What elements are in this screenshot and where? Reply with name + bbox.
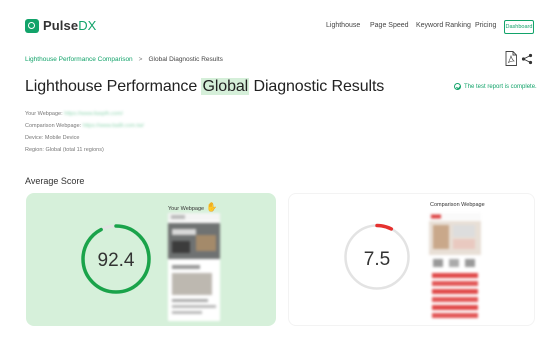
comparison-webpage-screenshot[interactable] — [429, 213, 481, 321]
comparison-webpage-thumb-label: Comparison Webpage — [430, 202, 485, 208]
meta-comparison: Comparison Webpage: https://www.bailli.c… — [25, 123, 144, 129]
status-message: The test report is complete. — [454, 83, 537, 90]
meta-device: Device: Mobile Device — [25, 135, 80, 141]
meta-webpage-url[interactable]: https://www.liasplh.com/ — [64, 111, 123, 117]
top-navigation: PulseDX Lighthouse Page Speed Keyword Ra… — [0, 0, 560, 46]
page-title: Lighthouse Performance Global Diagnostic… — [25, 78, 385, 95]
status-text: The test report is complete. — [464, 83, 537, 90]
breadcrumb-current: Global Diagnostic Results — [148, 56, 223, 63]
nav-lighthouse[interactable]: Lighthouse — [326, 22, 360, 29]
meta-webpage: Your Webpage: https://www.liasplh.com/ — [25, 111, 123, 117]
nav-pricing[interactable]: Pricing — [475, 22, 496, 29]
meta-region: Region: Global (total 11 regions) — [25, 147, 104, 153]
share-icon[interactable] — [521, 53, 533, 65]
dashboard-button[interactable]: Dashboard — [504, 20, 534, 34]
logo-text: PulseDX — [43, 18, 97, 33]
logo[interactable]: PulseDX — [25, 18, 96, 33]
nav-page-speed[interactable]: Page Speed — [370, 22, 409, 29]
your-webpage-thumb-label: Your Webpage ✋ — [168, 202, 218, 212]
breadcrumb: Lighthouse Performance Comparison > Glob… — [25, 56, 223, 63]
title-highlight: Global — [201, 78, 250, 95]
check-circle-icon — [454, 83, 461, 90]
your-webpage-screenshot[interactable] — [168, 213, 220, 321]
average-score-heading: Average Score — [25, 176, 85, 186]
test-meta-info: Your Webpage: https://www.liasplh.com/ C… — [25, 108, 144, 156]
comparison-score-value: 7.5 — [363, 249, 391, 270]
breadcrumb-separator: > — [138, 56, 143, 63]
meta-comparison-url[interactable]: https://www.bailli.com.tw/ — [83, 123, 144, 129]
breadcrumb-parent-link[interactable]: Lighthouse Performance Comparison — [25, 56, 133, 63]
nav-keyword-ranking[interactable]: Keyword Ranking — [416, 22, 471, 29]
your-score-value: 92.4 — [97, 250, 135, 271]
pdf-icon[interactable] — [505, 51, 517, 66]
logo-mark-icon — [25, 18, 39, 33]
waving-hand-icon: ✋ — [206, 202, 218, 212]
